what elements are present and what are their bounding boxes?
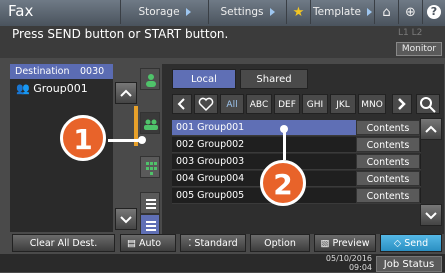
row-name: Group005 bbox=[197, 190, 245, 201]
date-label: 05/10/2016 bbox=[325, 254, 372, 263]
contents-button[interactable]: Contents bbox=[356, 137, 420, 152]
chevron-right-icon bbox=[269, 8, 275, 16]
search-button[interactable] bbox=[416, 94, 440, 114]
alpha-next-button[interactable] bbox=[392, 94, 412, 114]
chevron-right-icon bbox=[366, 8, 372, 16]
chevron-right-icon bbox=[185, 8, 191, 16]
callout-one-dot bbox=[138, 136, 146, 144]
template-label: Template bbox=[313, 6, 361, 18]
search-icon bbox=[420, 97, 436, 113]
line-status: L1 L2 bbox=[398, 28, 423, 38]
group-tab[interactable] bbox=[140, 112, 160, 134]
send-label: Send bbox=[404, 238, 429, 249]
date-time: 05/10/2016 09:04 bbox=[314, 254, 372, 272]
row-number: 003 bbox=[176, 156, 195, 167]
chevron-up-icon bbox=[425, 125, 437, 133]
row-number: 004 bbox=[176, 173, 195, 184]
monitor-button[interactable]: Monitor bbox=[396, 42, 442, 56]
auto-button[interactable]: ▤ Auto bbox=[120, 234, 176, 252]
row-name: Group004 bbox=[197, 173, 245, 184]
storage-button[interactable]: Storage bbox=[120, 0, 208, 24]
chevron-up-icon bbox=[120, 89, 132, 97]
list-view-button[interactable] bbox=[140, 192, 160, 214]
detail-view-button[interactable] bbox=[140, 214, 160, 236]
keypad-icon bbox=[146, 162, 157, 175]
callout-two-line bbox=[283, 130, 286, 160]
contents-button[interactable]: Contents bbox=[356, 171, 420, 186]
settings-button[interactable]: Settings bbox=[208, 0, 286, 24]
clear-all-destinations-button[interactable]: Clear All Dest. bbox=[12, 234, 115, 252]
contents-button[interactable]: Contents bbox=[356, 120, 420, 135]
alpha-filter-def[interactable]: DEF bbox=[274, 94, 300, 114]
alpha-filter-jkl[interactable]: JKL bbox=[330, 94, 356, 114]
instruction-message: Press SEND button or START button. bbox=[12, 27, 229, 41]
chevron-left-icon bbox=[177, 98, 185, 110]
row-name: Group001 bbox=[197, 122, 245, 133]
document-icon: ▤ bbox=[127, 238, 136, 249]
row-number: 001 bbox=[176, 122, 195, 133]
chevron-down-icon bbox=[120, 216, 132, 224]
resolution-icon: ⁚ bbox=[188, 238, 192, 249]
callout-two-dot bbox=[280, 125, 288, 133]
destination-count: 0030 bbox=[80, 66, 105, 77]
tab-local[interactable]: Local bbox=[172, 69, 236, 89]
alpha-filter-all[interactable]: All bbox=[220, 94, 244, 114]
home-icon[interactable]: ⌂ bbox=[374, 0, 398, 24]
row-number: 005 bbox=[176, 190, 195, 201]
preview-button[interactable]: ▧ Preview bbox=[314, 234, 376, 252]
row-name: Group003 bbox=[197, 156, 245, 167]
preview-icon: ▧ bbox=[320, 238, 330, 249]
list-icon bbox=[146, 199, 156, 209]
person-tab[interactable] bbox=[140, 68, 160, 90]
callout-two: 2 bbox=[260, 160, 306, 206]
destination-item[interactable]: 👥 Group001 bbox=[16, 82, 88, 95]
standard-button[interactable]: ⁚ Standard bbox=[180, 234, 246, 252]
send-icon: ◇ bbox=[393, 238, 402, 249]
list-scroll-down-button[interactable] bbox=[420, 204, 442, 226]
globe-icon[interactable]: ⊕ bbox=[398, 0, 422, 24]
heart-icon bbox=[198, 97, 214, 112]
template-button[interactable]: Template bbox=[310, 0, 374, 24]
contents-button[interactable]: Contents bbox=[356, 154, 420, 169]
alpha-filter-mno[interactable]: MNO bbox=[358, 94, 386, 114]
callout-one-line bbox=[108, 139, 140, 142]
list-scroll-up-button[interactable] bbox=[420, 118, 442, 140]
app-title: Fax bbox=[8, 2, 34, 20]
row-number: 002 bbox=[176, 139, 195, 150]
group-icon bbox=[144, 119, 158, 130]
chevron-down-icon bbox=[425, 212, 437, 220]
send-button[interactable]: ◇ Send bbox=[380, 234, 442, 252]
favorite-star-icon[interactable]: ★ bbox=[286, 0, 310, 24]
time-label: 09:04 bbox=[348, 263, 372, 272]
scroll-up-button[interactable] bbox=[115, 82, 137, 104]
person-icon bbox=[146, 74, 156, 87]
alpha-prev-button[interactable] bbox=[172, 94, 192, 114]
preview-label: Preview bbox=[332, 238, 370, 249]
favorite-filter[interactable] bbox=[194, 94, 218, 114]
alpha-filter-abc[interactable]: ABC bbox=[246, 94, 272, 114]
contents-button[interactable]: Contents bbox=[356, 188, 420, 203]
group-icon: 👥 bbox=[16, 82, 30, 95]
help-icon[interactable]: ? bbox=[422, 0, 445, 24]
settings-label: Settings bbox=[220, 6, 264, 18]
scroll-down-button[interactable] bbox=[115, 208, 137, 230]
alpha-filter-ghi[interactable]: GHI bbox=[302, 94, 328, 114]
callout-one: 1 bbox=[60, 115, 106, 161]
destination-item-label: Group001 bbox=[33, 82, 88, 95]
tab-shared[interactable]: Shared bbox=[240, 69, 308, 89]
storage-label: Storage bbox=[138, 6, 180, 18]
job-status-button[interactable]: Job Status bbox=[376, 256, 442, 272]
keypad-tab[interactable] bbox=[140, 156, 160, 178]
chevron-right-icon bbox=[398, 98, 406, 110]
auto-label: Auto bbox=[139, 238, 162, 249]
option-button[interactable]: Option bbox=[250, 234, 310, 252]
standard-label: Standard bbox=[194, 238, 238, 249]
row-name: Group002 bbox=[197, 139, 245, 150]
